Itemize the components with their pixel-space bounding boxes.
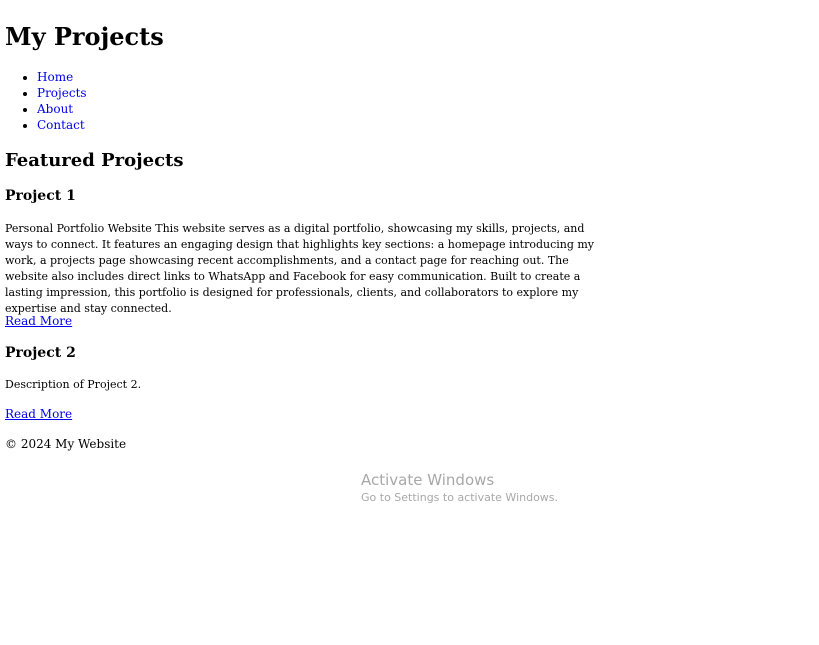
- activate-windows-subtitle: Go to Settings to activate Windows.: [361, 491, 559, 504]
- navigation-list: Home Projects About Contact: [0, 69, 87, 133]
- site-header: My Projects: [5, 20, 164, 54]
- project-2-read-more-link[interactable]: Read More: [5, 406, 72, 422]
- nav-link-home[interactable]: Home: [37, 70, 73, 84]
- project-1-description: Personal Portfolio Website This website …: [5, 222, 595, 315]
- page-title: My Projects: [5, 22, 164, 51]
- nav-item-home: Home: [37, 69, 87, 85]
- browser-page: My Projects Home Projects About Contact …: [0, 0, 819, 645]
- nav-link-about[interactable]: About: [37, 102, 73, 116]
- nav-item-projects: Projects: [37, 85, 87, 101]
- nav-item-contact: Contact: [37, 117, 87, 133]
- nav-item-about: About: [37, 101, 87, 117]
- nav-link-projects[interactable]: Projects: [37, 86, 87, 100]
- project-1-title: Project 1: [5, 188, 76, 204]
- activate-windows-watermark: Activate Windows Go to Settings to activ…: [361, 469, 558, 505]
- project-1-read-more-link[interactable]: Read More: [5, 313, 72, 329]
- project-2-title: Project 2: [5, 345, 76, 361]
- nav-link-contact[interactable]: Contact: [37, 118, 85, 132]
- project-2-description: Description of Project 2.: [5, 378, 142, 391]
- copyright-text: © 2024 My Website: [5, 437, 127, 451]
- featured-projects-title: Featured Projects: [5, 150, 184, 171]
- activate-windows-title: Activate Windows: [361, 471, 495, 489]
